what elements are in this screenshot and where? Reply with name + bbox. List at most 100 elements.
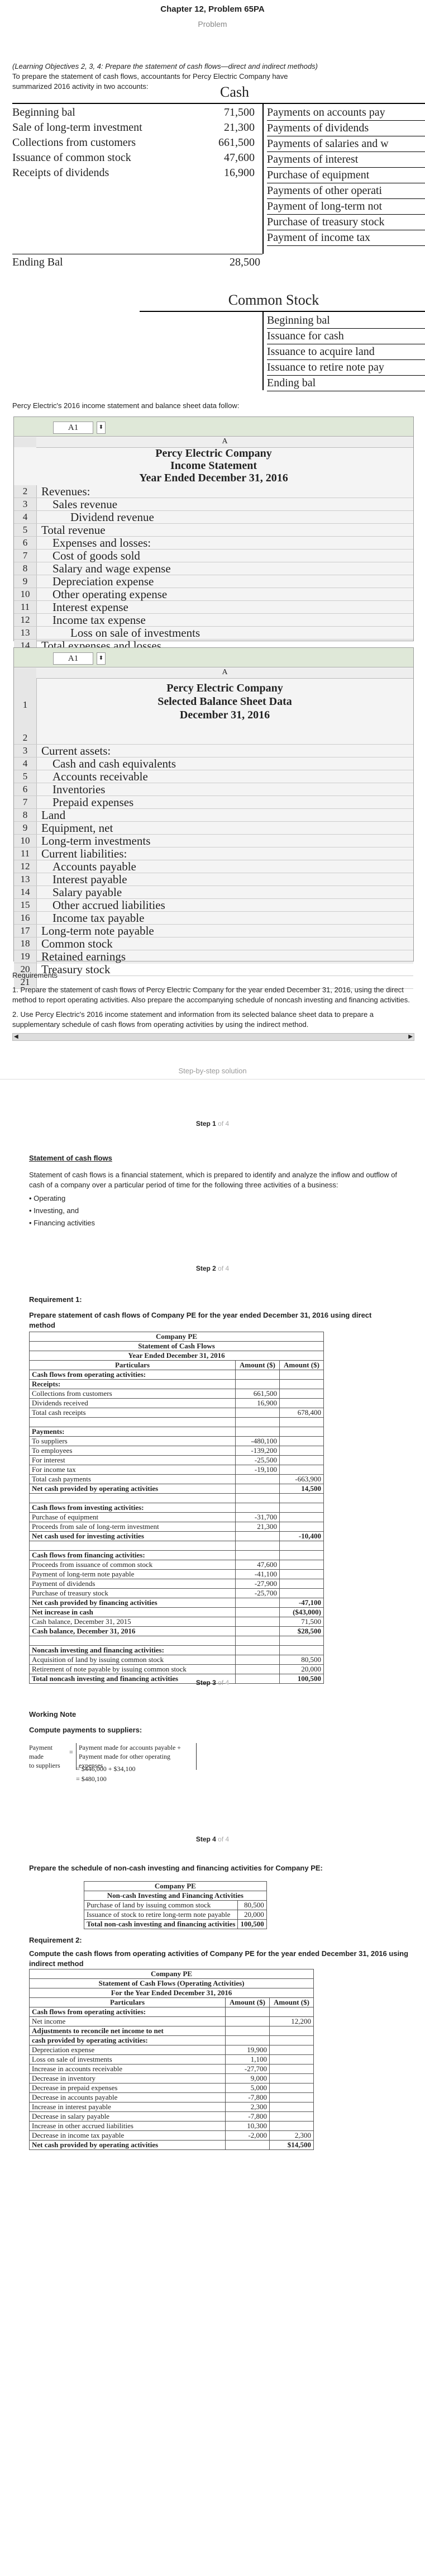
sheet-cell[interactable]: Income tax expense bbox=[37, 614, 413, 626]
row-number: 11 bbox=[14, 847, 37, 860]
row-number: 16 bbox=[14, 912, 37, 924]
sheet-cell[interactable]: Retained earnings bbox=[37, 950, 413, 963]
working-note-sub: Compute payments to suppliers: bbox=[29, 1726, 142, 1734]
row-number: 17 bbox=[14, 925, 37, 937]
sheet-cell[interactable]: Current liabilities: bbox=[37, 847, 413, 860]
sheet-cell[interactable]: Salary and wage expense bbox=[37, 562, 413, 575]
row-particular bbox=[29, 1541, 236, 1551]
row-particular: Noncash investing and financing activiti… bbox=[29, 1645, 236, 1655]
table-row: Proceeds from issuance of common stock 47… bbox=[29, 1560, 324, 1570]
column-header-a-2: A bbox=[36, 668, 413, 679]
ind-statement: Statement of Cash Flows (Operating Activ… bbox=[29, 1978, 314, 1988]
sheet-cell[interactable]: Income tax payable bbox=[37, 912, 413, 924]
step-2-label: Step 2 of 4 bbox=[0, 1265, 425, 1272]
row-amount-1: -7,800 bbox=[225, 2111, 270, 2122]
sheet-cell[interactable]: Cash and cash equivalents bbox=[37, 757, 413, 770]
formula-bar-2: A1 ⬍ bbox=[14, 648, 413, 667]
sheet-cell[interactable]: Cost of goods sold bbox=[37, 550, 413, 562]
row-amount-2: ($43,000) bbox=[279, 1607, 324, 1617]
table-row: Decrease in income tax payable -2,000 2,30… bbox=[29, 2130, 314, 2141]
row-number: 6 bbox=[14, 537, 37, 549]
row-amount-2 bbox=[279, 1379, 324, 1389]
row-amount-1: 16,900 bbox=[235, 1398, 280, 1408]
table-row: Total cash receipts 678,400 bbox=[29, 1408, 324, 1418]
cash-debit-amount: 47,600 bbox=[224, 151, 255, 164]
row-amount-1: 100,500 bbox=[237, 1919, 267, 1929]
row-number: 19 bbox=[14, 950, 37, 963]
row-amount-1: 1,100 bbox=[225, 2054, 270, 2064]
row-amount-2 bbox=[279, 1455, 324, 1465]
row-particular bbox=[29, 1417, 236, 1427]
table-row: Depreciation expense 19,900 bbox=[29, 2045, 314, 2055]
cash-credit-row: Purchase of treasury stock bbox=[267, 215, 425, 230]
cell-reference-box-2[interactable]: A1 bbox=[53, 652, 93, 665]
row-particular: Cash balance, December 31, 2016 bbox=[29, 1626, 236, 1636]
sheet-cell[interactable]: Inventories bbox=[37, 783, 413, 795]
scroll-left-icon[interactable]: ◀ bbox=[14, 1034, 18, 1040]
common-stock-title: Common Stock bbox=[228, 292, 319, 308]
sheet-cell[interactable] bbox=[37, 732, 413, 744]
problem-tab[interactable]: Problem bbox=[0, 20, 425, 29]
row-amount-1 bbox=[235, 1664, 280, 1674]
row-particular: Cash flows from financing activities: bbox=[29, 1550, 236, 1560]
cash-credit-row: Payment of income tax bbox=[267, 230, 425, 246]
cf-period: Year Ended December 31, 2016 bbox=[29, 1351, 324, 1361]
cash-t-account: Cash Beginning bal 71,500 Sale of long-ter… bbox=[0, 84, 425, 268]
sheet-cell[interactable]: Revenues: bbox=[37, 485, 413, 498]
scroll-right-icon[interactable]: ▶ bbox=[408, 1034, 413, 1040]
requirements: Requirements 1. Prepare the statement of… bbox=[12, 970, 414, 1030]
row-particular: To suppliers bbox=[29, 1436, 236, 1446]
step-1-label: Step 1 of 4 bbox=[0, 1120, 425, 1128]
sheet-cell[interactable]: Common stock bbox=[37, 937, 413, 950]
cash-credit-row: Purchase of equipment bbox=[267, 168, 425, 183]
table-row: Cash flows from investing activities: bbox=[29, 1503, 324, 1513]
row-amount-2 bbox=[279, 1550, 324, 1560]
table-row: Loss on sale of investments 1,100 bbox=[29, 2054, 314, 2064]
formula-equals: = bbox=[69, 1748, 73, 1756]
dropdown-arrow-icon[interactable]: ⬍ bbox=[97, 422, 106, 434]
row-amount-1 bbox=[235, 1607, 280, 1617]
sheet-cell[interactable]: Expenses and losses: bbox=[37, 537, 413, 549]
sheet-cell[interactable]: Sales revenue bbox=[37, 498, 413, 510]
cash-ending-label: Ending Bal bbox=[12, 256, 63, 268]
sheet-cell[interactable]: Long-term note payable bbox=[37, 925, 413, 937]
table-row: Total cash payments -663,900 bbox=[29, 1474, 324, 1484]
formula-calc-2: = $480,100 bbox=[76, 1775, 107, 1783]
formula-bar: A1 ⬍ bbox=[14, 417, 413, 437]
sheet-cell[interactable]: Current assets: bbox=[37, 745, 413, 757]
sheet-cell[interactable]: Loss on sale of investments bbox=[37, 627, 413, 639]
row-number: 8 bbox=[14, 562, 37, 575]
horizontal-scrollbar[interactable]: ◀ ▶ bbox=[12, 1033, 414, 1041]
sheet-cell[interactable]: Equipment, net bbox=[37, 822, 413, 834]
cell-reference-box[interactable]: A1 bbox=[53, 422, 93, 434]
cash-debit-row: Collections from customers 661,500 bbox=[12, 135, 258, 150]
sheet-cell[interactable]: Depreciation expense bbox=[37, 575, 413, 588]
sheet-row: 14 Salary payable bbox=[14, 886, 413, 899]
sheet-cell[interactable]: Other accrued liabilities bbox=[37, 899, 413, 911]
row-amount-2 bbox=[279, 1446, 324, 1456]
sheet-cell[interactable]: Interest payable bbox=[37, 873, 413, 886]
sheet-cell[interactable]: Land bbox=[37, 809, 413, 821]
table-row: Adjustments to reconcile net income to n… bbox=[29, 2026, 314, 2036]
row-amount-1: 5,000 bbox=[225, 2083, 270, 2093]
sheet-cell[interactable]: Prepaid expenses bbox=[37, 796, 413, 808]
row-particular: Net cash provided by operating activitie… bbox=[29, 1484, 236, 1494]
table-row: Purchase of treasury stock -25,700 bbox=[29, 1588, 324, 1598]
sheet-row: 19 Retained earnings bbox=[14, 950, 413, 963]
dropdown-arrow-icon-2[interactable]: ⬍ bbox=[97, 652, 106, 665]
row-amount-2 bbox=[279, 1493, 324, 1503]
sheet-cell[interactable]: Accounts receivable bbox=[37, 770, 413, 783]
sheet-cell[interactable]: Dividend revenue bbox=[37, 511, 413, 523]
sheet-cell[interactable]: Accounts payable bbox=[37, 860, 413, 873]
sheet-cell[interactable]: Total revenue bbox=[37, 524, 413, 536]
sheet-cell[interactable]: Salary payable bbox=[37, 886, 413, 898]
table-row: Net increase in cash ($43,000) bbox=[29, 1607, 324, 1617]
cash-debits: Beginning bal 71,500 Sale of long-term inv… bbox=[12, 105, 258, 181]
row-amount-2 bbox=[279, 1579, 324, 1589]
row-amount-1 bbox=[235, 1493, 280, 1503]
sheet-cell[interactable]: Long-term investments bbox=[37, 835, 413, 847]
row-amount-1 bbox=[235, 1370, 280, 1380]
sheet-cell[interactable]: Interest expense bbox=[37, 601, 413, 613]
row-number: 8 bbox=[14, 809, 37, 821]
sheet-cell[interactable]: Other operating expense bbox=[37, 588, 413, 600]
